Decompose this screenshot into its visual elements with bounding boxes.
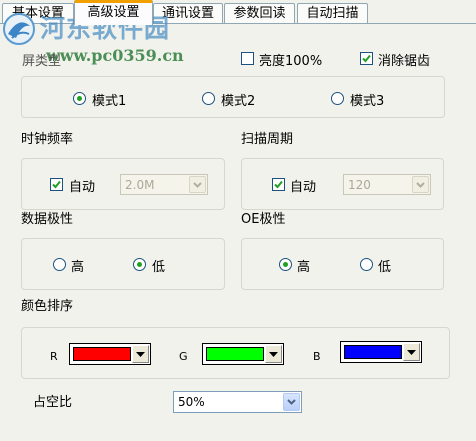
dropdown-button[interactable] — [265, 345, 282, 363]
chevron-down-icon — [193, 182, 202, 188]
dropdown-button[interactable] — [412, 176, 429, 193]
color-g-select[interactable] — [202, 343, 284, 365]
clock-frequency-label: 时钟频率 — [21, 132, 74, 147]
data-polarity-low-label: 低 — [152, 260, 166, 275]
duty-cycle-value: 50% — [178, 395, 205, 409]
tab-advanced-settings[interactable]: 高级设置 — [74, 0, 153, 25]
mode1-label: 模式1 — [92, 94, 127, 109]
oe-polarity-group: 高 低 — [241, 238, 444, 290]
color-r-select[interactable] — [69, 343, 151, 365]
triangle-down-icon — [136, 352, 145, 357]
brightness-label: 亮度100% — [259, 54, 323, 69]
brightness-checkbox[interactable] — [241, 52, 254, 65]
dropdown-button[interactable] — [189, 176, 206, 193]
scan-period-select[interactable]: 120 — [343, 174, 431, 195]
mode2-label: 模式2 — [221, 94, 256, 109]
color-order-group: R G B — [21, 327, 450, 379]
oe-polarity-label: OE极性 — [241, 212, 286, 227]
data-polarity-label: 数据极性 — [21, 212, 74, 227]
scan-period-value: 120 — [348, 178, 371, 192]
oe-polarity-high-radio[interactable] — [279, 258, 292, 271]
scan-mode-group: 模式1 模式2 模式3 — [21, 76, 445, 118]
data-polarity-high-radio[interactable] — [53, 258, 66, 271]
scan-period-group: 自动 120 — [241, 158, 444, 210]
scan-period-auto-label: 自动 — [290, 180, 317, 195]
data-polarity-high-label: 高 — [71, 260, 85, 275]
color-g-swatch — [206, 347, 264, 361]
color-b-select[interactable] — [340, 341, 422, 363]
scan-period-auto-checkbox[interactable] — [272, 178, 285, 191]
color-order-label: 颜色排序 — [21, 299, 74, 314]
clock-auto-label: 自动 — [69, 180, 96, 195]
dropdown-button[interactable] — [132, 345, 149, 363]
antialias-label: 消除锯齿 — [378, 54, 431, 69]
color-r-label: R — [50, 350, 58, 363]
data-polarity-low-radio[interactable] — [133, 258, 146, 271]
color-b-label: B — [313, 350, 321, 363]
color-r-swatch — [73, 347, 131, 361]
antialias-checkbox[interactable] — [360, 52, 373, 65]
clock-frequency-value: 2.0M — [125, 178, 155, 192]
mode2-radio[interactable] — [202, 92, 215, 105]
triangle-down-icon — [269, 352, 278, 357]
checkmark-icon — [362, 54, 371, 63]
oe-polarity-low-label: 低 — [378, 260, 392, 275]
clock-frequency-group: 自动 2.0M — [21, 158, 225, 210]
mode3-label: 模式3 — [350, 94, 385, 109]
scan-type-label: 屏类型 — [22, 54, 62, 69]
mode3-radio[interactable] — [331, 92, 344, 105]
clock-auto-checkbox[interactable] — [50, 178, 63, 191]
oe-polarity-high-label: 高 — [297, 260, 311, 275]
clock-frequency-select[interactable]: 2.0M — [120, 174, 208, 195]
checkmark-icon — [52, 180, 61, 189]
color-g-label: G — [179, 350, 188, 363]
chevron-down-icon — [416, 182, 425, 188]
chevron-down-icon — [287, 399, 296, 405]
tab-auto-scan[interactable]: 自动扫描 — [297, 3, 368, 23]
dropdown-button[interactable] — [283, 393, 300, 411]
mode1-radio[interactable] — [73, 92, 86, 105]
watermark-logo-icon — [3, 13, 35, 45]
data-polarity-group: 高 低 — [21, 238, 225, 290]
watermark-url: www.pc0359.cn — [46, 46, 184, 65]
triangle-down-icon — [407, 350, 416, 355]
duty-cycle-select[interactable]: 50% — [173, 391, 302, 413]
oe-polarity-low-radio[interactable] — [360, 258, 373, 271]
tab-parameter-readback[interactable]: 参数回读 — [224, 3, 295, 23]
scan-period-label: 扫描周期 — [241, 132, 294, 147]
duty-cycle-label: 占空比 — [33, 395, 73, 410]
dropdown-button[interactable] — [403, 343, 420, 361]
checkmark-icon — [274, 180, 283, 189]
color-b-swatch — [344, 345, 402, 359]
